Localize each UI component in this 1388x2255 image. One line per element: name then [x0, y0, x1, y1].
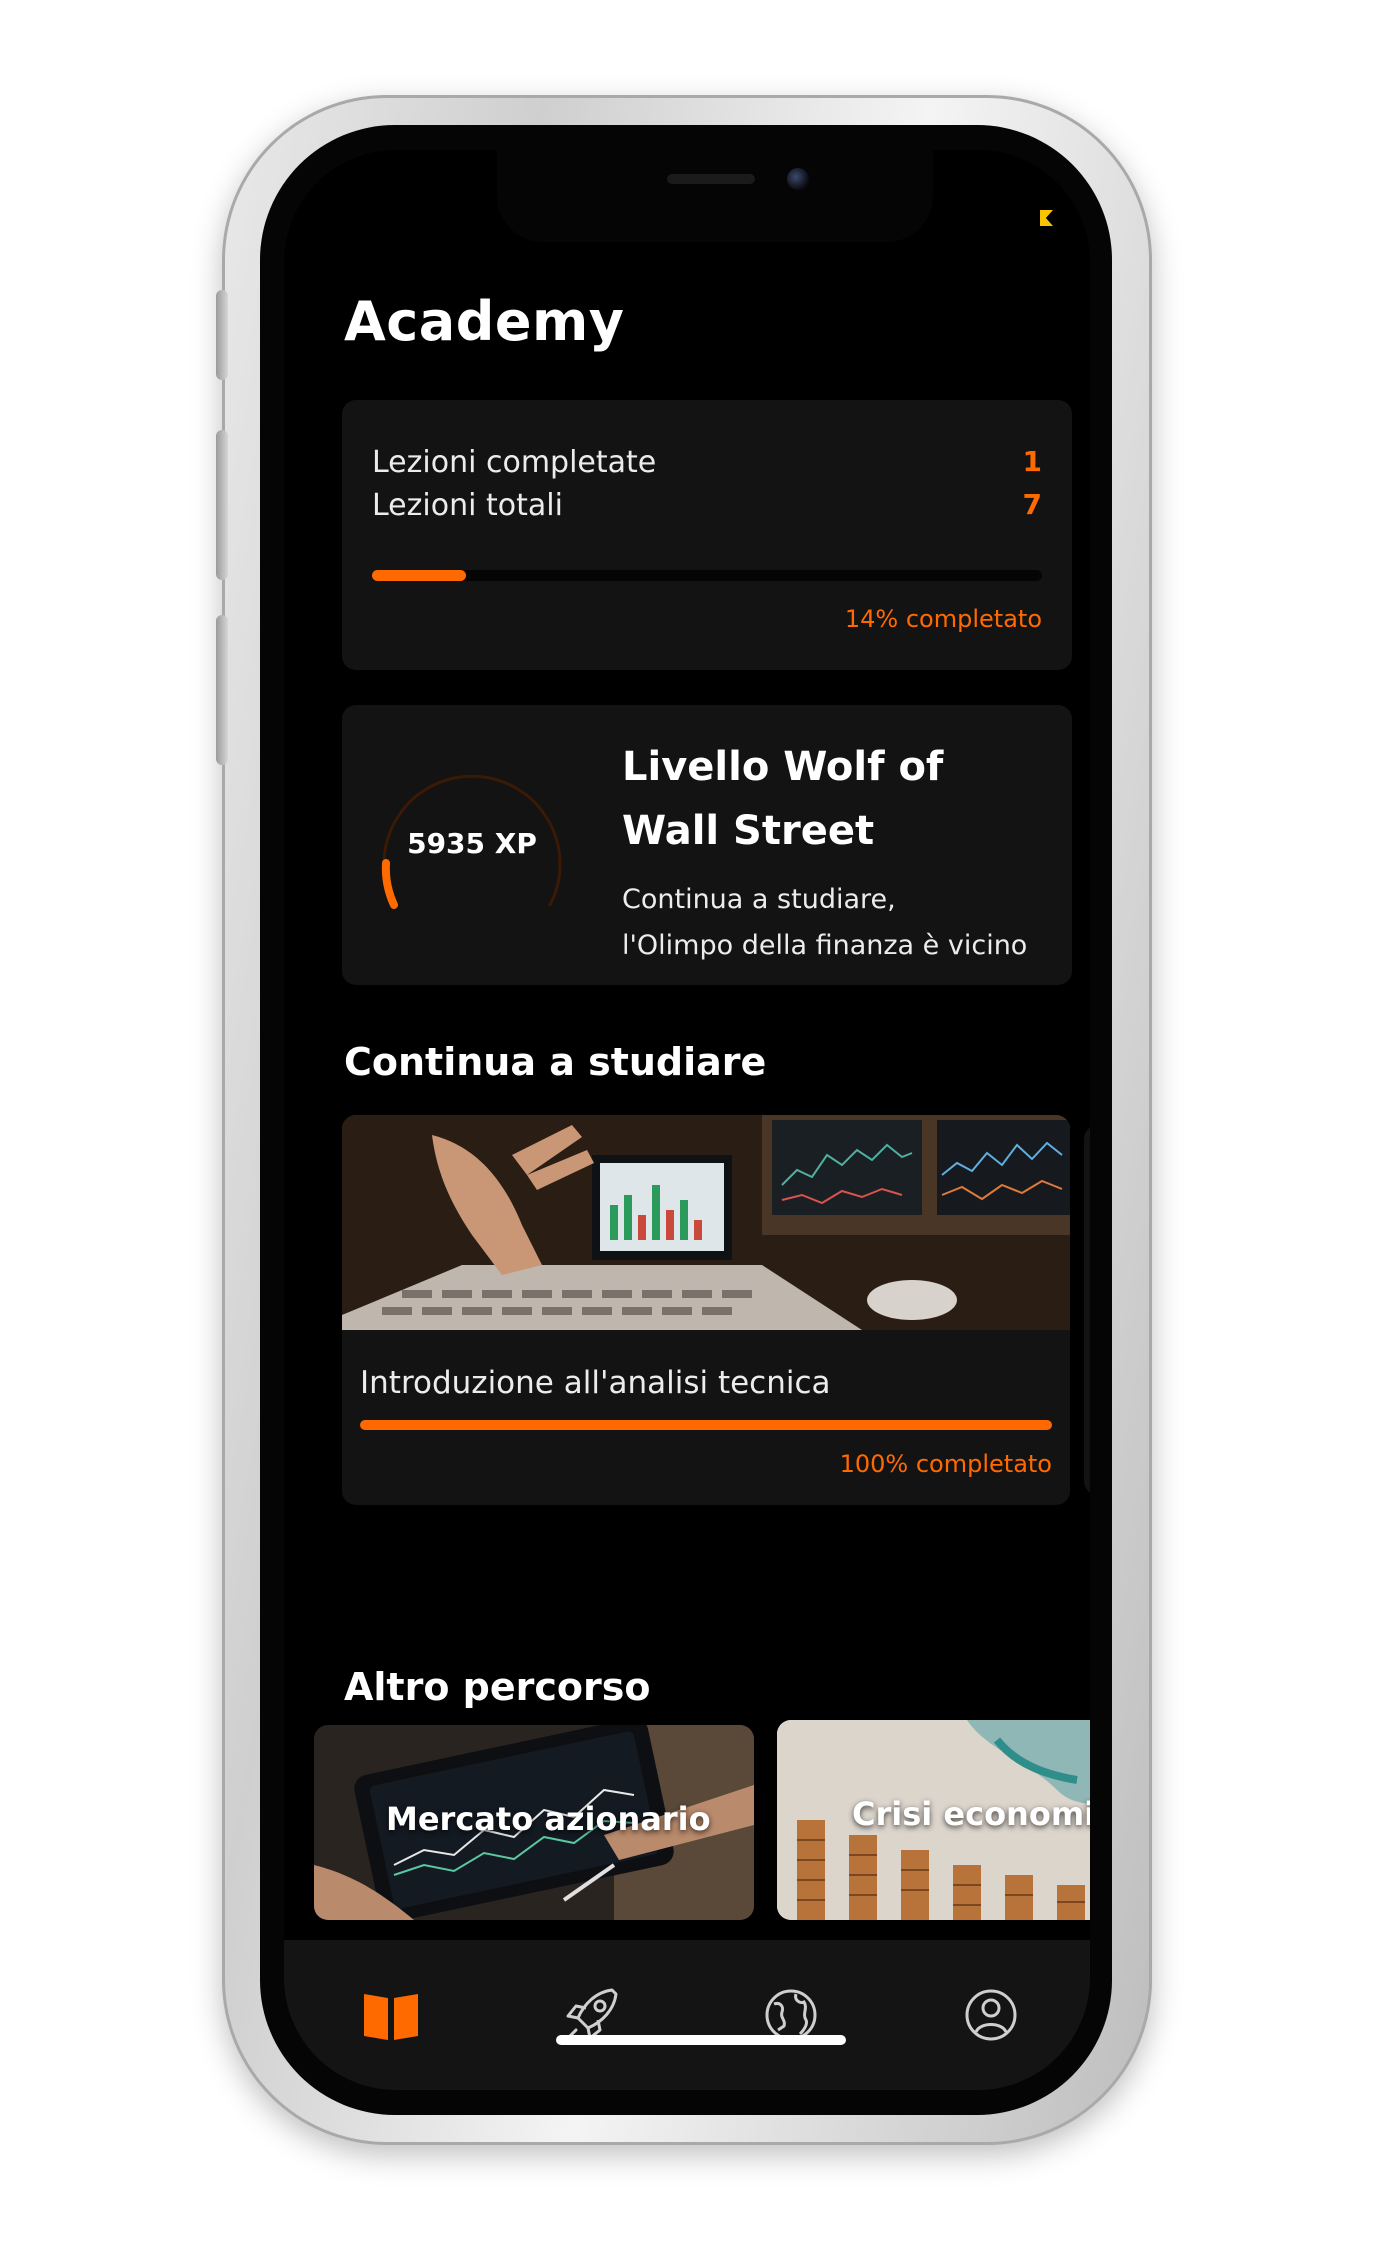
- total-lessons-value: 7: [1022, 488, 1042, 521]
- lessons-progress-bar: [372, 570, 1042, 581]
- home-indicator[interactable]: [556, 2035, 846, 2045]
- page-title: Academy: [344, 290, 625, 353]
- next-course-card-peek[interactable]: [1084, 1125, 1090, 1495]
- book-icon: [364, 1994, 418, 2040]
- level-title: Livello Wolf of Wall Street: [622, 744, 944, 854]
- level-subtitle-line2: l'Olimpo della finanza è vicino: [622, 930, 1028, 961]
- xp-gauge-fill: [381, 859, 398, 909]
- path-card-economic-crisis[interactable]: Crisi economiche: [777, 1720, 1090, 1920]
- status-indicator-icon: [1040, 210, 1053, 226]
- level-card[interactable]: 5935 XP Livello Wolf of Wall Street Cont…: [342, 705, 1072, 985]
- notch: [497, 150, 933, 242]
- xp-value: 5935 XP: [407, 827, 537, 860]
- path-card-stock-market[interactable]: Mercato azionario: [314, 1725, 754, 1920]
- lessons-progress-card: Lezioni completate 1 Lezioni totali 7 14…: [342, 400, 1072, 670]
- app-screen: Academy Lezioni completate 1 Lezioni tot…: [284, 150, 1090, 2090]
- bottom-tab-bar: [284, 1940, 1090, 2090]
- volume-down-button: [216, 615, 228, 765]
- front-camera: [787, 168, 809, 190]
- course-progress-fill: [360, 1420, 1052, 1430]
- lessons-progress-text: 14% completato: [844, 605, 1042, 633]
- course-title: Introduzione all'analisi tecnica: [360, 1365, 831, 1401]
- total-lessons-row: Lezioni totali 7: [372, 488, 1042, 528]
- course-progress-text: 100% completato: [839, 1450, 1052, 1478]
- other-section-title: Altro percorso: [344, 1665, 651, 1709]
- earpiece-speaker: [667, 174, 755, 184]
- trading-desk-illustration: [342, 1115, 1070, 1330]
- tab-academy[interactable]: [356, 1980, 426, 2050]
- path-label-economic-crisis: Crisi economiche: [852, 1795, 1090, 1833]
- continue-section-title: Continua a studiare: [344, 1040, 767, 1084]
- completed-lessons-value: 1: [1022, 445, 1042, 478]
- course-progress-bar: [360, 1420, 1052, 1430]
- course-thumbnail: [342, 1115, 1070, 1330]
- profile-icon: [965, 1989, 1017, 2041]
- level-subtitle: Continua a studiare, l'Olimpo della fina…: [622, 877, 1062, 969]
- path-label-stock-market: Mercato azionario: [386, 1800, 711, 1838]
- completed-lessons-row: Lezioni completate 1: [372, 445, 1042, 485]
- mute-switch: [216, 290, 228, 380]
- course-card[interactable]: Introduzione all'analisi tecnica 100% co…: [342, 1115, 1070, 1505]
- level-subtitle-line1: Continua a studiare,: [622, 884, 896, 915]
- tab-profile[interactable]: [956, 1980, 1026, 2050]
- completed-lessons-label: Lezioni completate: [372, 445, 657, 480]
- lessons-progress-fill: [372, 570, 466, 581]
- total-lessons-label: Lezioni totali: [372, 488, 563, 523]
- phone-frame: Academy Lezioni completate 1 Lezioni tot…: [216, 95, 1152, 2145]
- volume-up-button: [216, 430, 228, 580]
